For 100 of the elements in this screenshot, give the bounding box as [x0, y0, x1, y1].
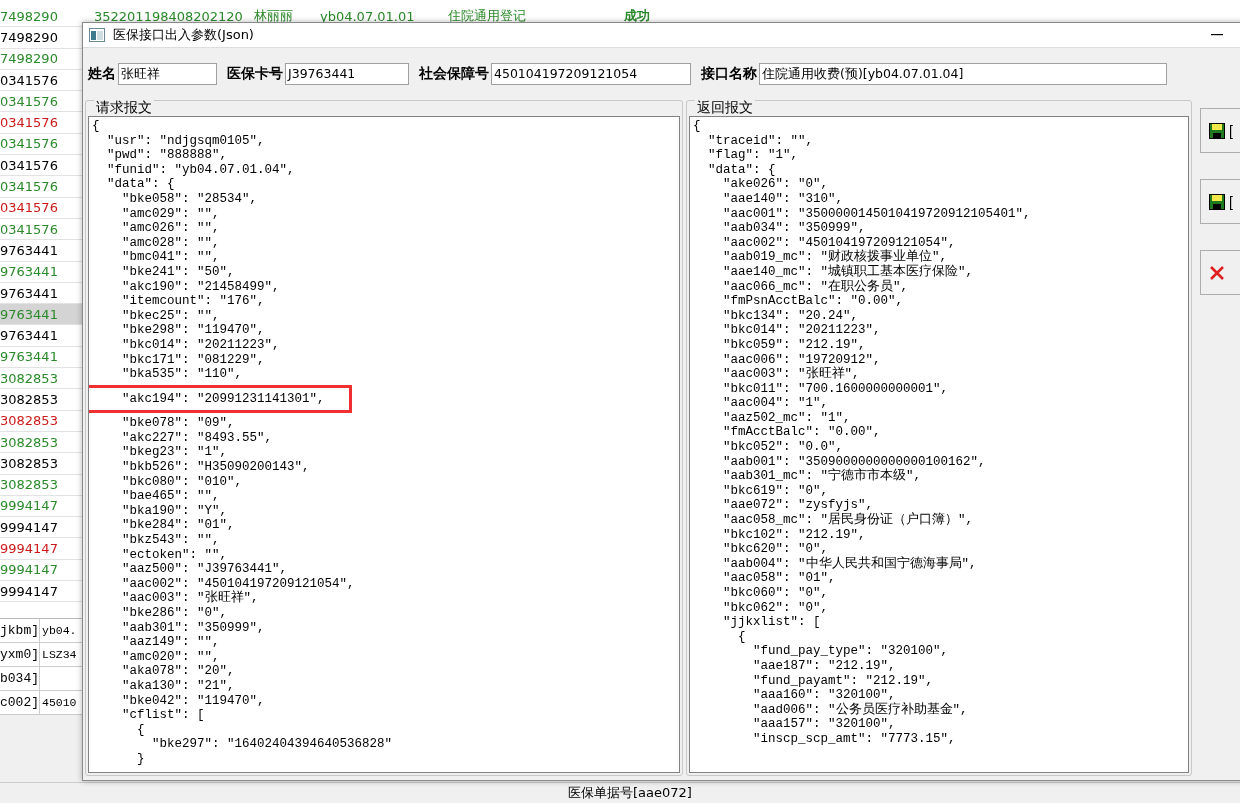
code-line: "bkc620": "0", — [722, 542, 829, 557]
code-line: "bkc171": "081229", — [121, 352, 266, 368]
code-line: "aab034": "350999", — [722, 221, 867, 236]
code-line: "cflist": [ — [121, 708, 206, 723]
code-line: "bkc062": "0", — [722, 600, 830, 616]
code-line: "aac003": "张旺祥", — [121, 591, 259, 606]
table-cell-text: 9763441 — [0, 328, 59, 344]
code-line: "data": { — [707, 162, 777, 178]
code-line: "aac001": "3500000145010419720912105401", — [722, 206, 1032, 222]
code-line: "akc190": "21458499", — [121, 279, 281, 295]
code-line: "bkb526": "H35090200143", — [121, 460, 311, 475]
code-line: "bkz543": "", — [121, 533, 221, 548]
code-line: "aaz502_mc": "1", — [722, 410, 852, 426]
code-line: "bke286": "0", — [121, 606, 229, 621]
code-line: "bkc060": "0", — [722, 586, 830, 601]
save-button[interactable]: [ — [1200, 179, 1240, 224]
code-line: "fund_payamt": "212.19", — [752, 673, 935, 689]
table-cell-text: 0341576 — [0, 115, 59, 131]
code-line: "bka535": "110", — [121, 367, 244, 382]
code-line: { — [92, 119, 101, 134]
input-field[interactable]: 张旺祥 — [118, 63, 217, 85]
table-cell-text: 7498290 — [0, 8, 59, 24]
code-line: { — [737, 629, 747, 645]
code-line: "aaz149": "", — [121, 635, 221, 650]
table-cell-text: 0341576 — [0, 200, 59, 216]
field-label: c002] — [0, 691, 40, 715]
code-line: { — [693, 119, 702, 134]
code-line: "data": { — [106, 177, 176, 192]
table-cell-text: 7498290 — [0, 51, 59, 67]
table-cell-text: 3082853 — [0, 370, 59, 386]
panel-title: 请求报文 — [94, 99, 154, 115]
window-title: 医保接口出入参数(Json) — [113, 26, 254, 44]
table-cell-text: 9763441 — [0, 264, 59, 280]
code-line: "bkc102": "212.19", — [722, 527, 867, 543]
code-line: "aab301_mc": "宁德市市本级", — [722, 469, 923, 484]
table-cell-text: 9763441 — [0, 285, 59, 301]
code-line: "aaz500": "J39763441", — [121, 562, 289, 577]
code-line: "inscp_scp_amt": "7773.15", — [752, 731, 957, 747]
field-label: 姓名 — [88, 65, 116, 83]
code-line: "aae072": "zysfyjs", — [722, 498, 875, 513]
code-line: "aac002": "450104197209121054", — [121, 576, 356, 591]
code-line: "bke078": "09", — [121, 416, 236, 431]
input-field[interactable]: J39763441 — [285, 63, 409, 85]
table-cell-text: 0341576 — [0, 221, 59, 237]
code-line: "amc029": "", — [121, 206, 221, 222]
table-cell-text: yb04.07.01.01 — [319, 8, 416, 24]
table-cell-text: 林丽丽 — [253, 7, 294, 26]
code-line: "bkc134": "20.24", — [722, 308, 860, 324]
code-line: "aad006": "公务员医疗补助基金", — [752, 702, 969, 718]
save-button[interactable]: [ — [1200, 108, 1240, 153]
code-line: "amc020": "", — [121, 649, 221, 665]
code-line: { — [136, 722, 146, 738]
code-line: "aab019_mc": "财政核拨事业单位", — [722, 250, 948, 265]
field-value: LSZ34 — [41, 648, 77, 662]
code-line: "bke058": "28534", — [121, 191, 259, 207]
table-cell-text: 9763441 — [0, 242, 59, 258]
field-label: 医保卡号 — [227, 65, 283, 83]
code-line: "aab301": "350999", — [121, 620, 266, 636]
code-line: "bkc011": "700.1600000000001", — [722, 381, 950, 397]
code-line: "aac006": "19720912", — [722, 352, 882, 367]
code-line: "bmc041": "", — [121, 250, 221, 265]
code-line: "aac058_mc": "居民身份证（户口簿）", — [722, 513, 975, 528]
table-cell-text: 352201198408202120 — [93, 8, 240, 24]
field-label: jkbm] — [0, 619, 40, 643]
code-line: "aaa157": "320100", — [752, 717, 897, 732]
delete-button[interactable] — [1200, 250, 1240, 295]
table-cell-text: 3082853 — [0, 477, 59, 493]
code-line: "akc227": "8493.55", — [121, 430, 274, 446]
code-line: "bkeg23": "1", — [121, 445, 229, 461]
code-line: "bke297": "16402404394640536828" — [151, 737, 394, 752]
field-label: 接口名称 — [701, 65, 757, 83]
code-line: "fund_pay_type": "320100", — [752, 644, 950, 659]
code-line: "itemcount": "176", — [121, 294, 266, 309]
code-line: } — [136, 751, 146, 767]
code-line: "fmPsnAcctBalc": "0.00", — [722, 294, 905, 309]
code-line: "bke284": "01", — [121, 518, 236, 534]
code-line: "pwd": "888888", — [106, 148, 229, 163]
table-cell-text: 9994147 — [0, 583, 59, 599]
input-field[interactable]: 450104197209121054 — [491, 63, 691, 85]
table-cell-text: 9994147 — [0, 498, 59, 514]
field-label: 社会保障号 — [419, 65, 489, 83]
table-cell-text: 0341576 — [0, 179, 59, 194]
code-line: "bkc052": "0.0", — [722, 440, 845, 455]
code-line: "bkc014": "20211223", — [121, 337, 281, 353]
code-line: "jjkxlist": [ — [722, 615, 822, 630]
code-line: "aab001": "3509000000000000100162", — [722, 454, 987, 469]
table-cell-text: 3082853 — [0, 455, 59, 471]
table-cell-text: 3082853 — [0, 434, 59, 450]
code-line: "bkc059": "212.19", — [722, 337, 867, 353]
minimize-icon[interactable] — [1211, 34, 1223, 36]
table-cell-text: 住院通用登记 — [447, 7, 527, 26]
code-line: "amc026": "", — [121, 221, 221, 236]
code-line: "aaa160": "320100", — [752, 688, 896, 703]
table-cell-text: 9994147 — [0, 541, 59, 557]
code-line: "bkec25": "", — [121, 308, 221, 324]
input-field[interactable]: 住院通用收费(预)[yb04.07.01.04] — [759, 63, 1167, 85]
close-icon — [1209, 264, 1225, 281]
code-line: "aac004": "1", — [722, 396, 830, 411]
panel-title: 返回报文 — [695, 99, 755, 115]
code-line: "aac066_mc": "在职公务员", — [722, 279, 910, 295]
